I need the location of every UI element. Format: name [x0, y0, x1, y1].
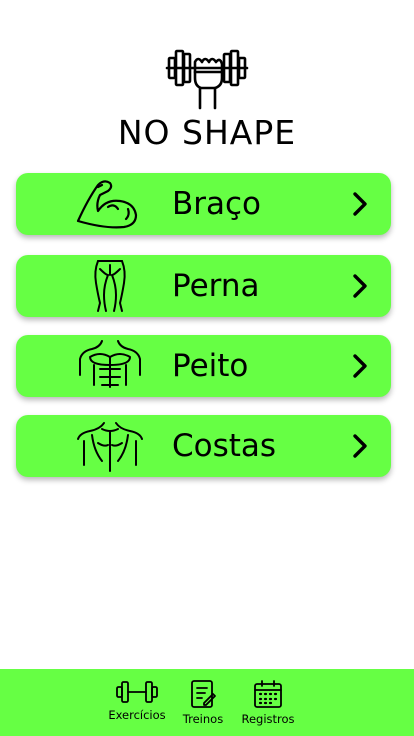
- chevron-right-icon: [353, 434, 367, 458]
- category-card-perna[interactable]: Perna: [16, 255, 391, 317]
- category-label: Braço: [172, 186, 262, 222]
- nav-item-treinos[interactable]: Treinos: [182, 679, 224, 726]
- back-icon: [77, 422, 143, 472]
- nav-item-registros[interactable]: Registros: [240, 679, 296, 726]
- nav-label: Treinos: [182, 712, 224, 726]
- calendar-icon: [254, 680, 282, 708]
- chest-icon: [79, 340, 141, 388]
- chevron-right-icon: [353, 274, 367, 298]
- dumbbell-fist-icon: [165, 49, 249, 110]
- chevron-right-icon: [353, 354, 367, 378]
- bottom-nav: Exercícios Treinos Registros: [0, 669, 414, 736]
- bicep-icon: [76, 180, 138, 229]
- dumbbell-icon: [116, 681, 158, 703]
- app-title: NO SHAPE: [117, 113, 297, 152]
- category-card-peito[interactable]: Peito: [16, 335, 391, 397]
- nav-label: Exercícios: [108, 708, 166, 722]
- category-label: Perna: [172, 268, 260, 304]
- nav-label: Registros: [241, 712, 295, 726]
- chevron-right-icon: [353, 192, 367, 216]
- notebook-pen-icon: [191, 680, 216, 708]
- category-label: Peito: [172, 348, 249, 384]
- legs-icon: [94, 260, 126, 312]
- app-logo: [0, 42, 414, 110]
- category-card-costas[interactable]: Costas: [16, 415, 391, 477]
- nav-item-exercicios[interactable]: Exercícios: [108, 679, 166, 722]
- category-label: Costas: [172, 428, 277, 464]
- category-card-braco[interactable]: Braço: [16, 173, 391, 235]
